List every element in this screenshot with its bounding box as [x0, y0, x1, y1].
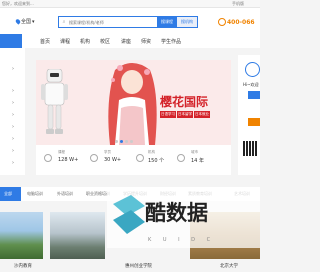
search-input[interactable]	[69, 17, 157, 27]
search-org-button[interactable]: 搜机构	[177, 17, 197, 27]
category-sidebar: › › › › › › › ›	[0, 48, 25, 175]
watermark-text: 酷数据	[145, 201, 208, 225]
location-selector[interactable]: 全国 ▾	[14, 18, 35, 25]
tab-language[interactable]: 外语培训	[57, 191, 73, 197]
stat-label: 机构	[148, 150, 155, 154]
nav-item-works[interactable]: 学生作品	[161, 38, 181, 45]
city-icon	[177, 154, 185, 162]
top-bar: 您好，欢迎来到... 手机版	[0, 0, 260, 8]
nav-item-home[interactable]: 首页	[40, 38, 50, 45]
search-icon: ⌕	[62, 19, 66, 25]
card-caption[interactable]: 惠州创业学院	[125, 263, 152, 269]
banner-tag: 日本就业	[194, 111, 210, 118]
course-icon	[44, 154, 52, 162]
stat-label: 学员	[104, 150, 111, 154]
chevron-right-icon[interactable]: ›	[12, 112, 14, 118]
org-icon	[136, 154, 144, 162]
watermark-subtext: K U I D C	[148, 237, 216, 243]
chevron-right-icon[interactable]: ›	[12, 136, 14, 142]
card-caption[interactable]: 沙内教育	[14, 263, 32, 269]
card-image[interactable]	[0, 212, 43, 259]
carousel-dot[interactable]	[130, 140, 133, 143]
category-menu-toggle[interactable]	[0, 34, 22, 48]
banner-tag: 日本留学	[177, 111, 193, 118]
carousel-dot[interactable]	[125, 140, 128, 143]
carousel-dot[interactable]	[115, 140, 118, 143]
nav-item-lectures[interactable]: 讲座	[121, 38, 131, 45]
chevron-down-icon: ▾	[32, 18, 35, 25]
nav-item-orgs[interactable]: 机构	[80, 38, 90, 45]
robot-illustration	[41, 69, 68, 134]
search-bar: ⌕ 搜课程 搜机构	[58, 16, 198, 28]
chevron-right-icon[interactable]: ›	[12, 160, 14, 166]
location-label: 全国	[21, 19, 32, 25]
banner-tag: 日语学习	[160, 111, 176, 118]
card-image[interactable]	[50, 212, 105, 259]
anime-girl-illustration	[108, 63, 157, 145]
nav-item-courses[interactable]: 课程	[60, 38, 70, 45]
nav-item-teachers[interactable]: 师资	[141, 38, 151, 45]
qr-code	[243, 141, 258, 156]
carousel-dots	[115, 140, 133, 143]
search-course-button[interactable]: 搜课程	[157, 17, 177, 27]
main-nav: 首页 课程 机构 校区 讲座 师资 学生作品	[0, 34, 260, 48]
chevron-right-icon[interactable]: ›	[12, 148, 14, 154]
student-icon	[90, 154, 98, 162]
stat-label: 城市	[191, 150, 198, 154]
banner-tags: 日语学习 日本留学 日本就业	[160, 111, 210, 118]
tab-computer[interactable]: 电脑培训	[27, 191, 43, 197]
stat-value: 150 个	[148, 158, 165, 164]
tab-all[interactable]: 全部	[4, 191, 12, 197]
phone-icon	[218, 18, 226, 26]
hotline-number: 400-066	[227, 19, 255, 26]
stat-value: 30 W+	[104, 157, 122, 163]
chevron-right-icon[interactable]: ›	[12, 124, 14, 130]
stat-value: 128 W+	[58, 157, 79, 163]
chevron-right-icon[interactable]: ›	[12, 100, 14, 106]
login-button[interactable]	[248, 91, 260, 99]
nav-item-campus[interactable]: 校区	[100, 38, 110, 45]
mobile-link[interactable]: 手机版	[232, 1, 244, 7]
chevron-right-icon[interactable]: ›	[12, 88, 14, 94]
register-button[interactable]	[248, 118, 260, 126]
welcome-text: 您好，欢迎来到...	[2, 1, 34, 6]
greeting-text: Hi~欢迎	[243, 82, 259, 87]
carousel-dot[interactable]	[120, 140, 123, 143]
stat-value: 14 年	[191, 158, 204, 164]
stat-label: 课程	[58, 150, 65, 154]
chevron-right-icon[interactable]: ›	[12, 66, 14, 72]
card-caption[interactable]: 北京大学	[220, 263, 238, 269]
banner-title: 樱花国际	[160, 95, 209, 109]
avatar[interactable]	[245, 62, 260, 77]
